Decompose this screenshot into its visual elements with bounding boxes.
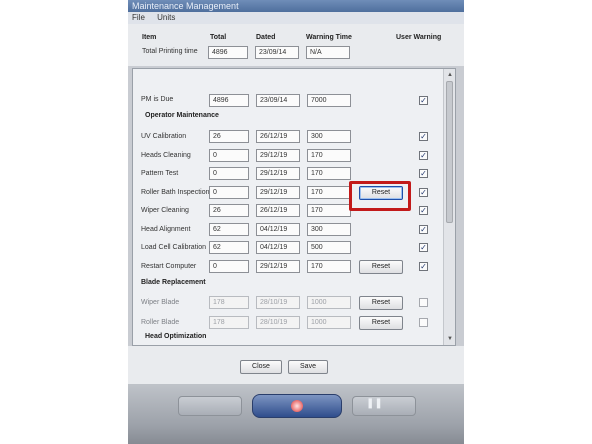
row-total[interactable]: 178 (209, 316, 249, 329)
row-label: Restart Computer (141, 262, 197, 270)
maintenance-window: Maintenance Management File Units Item T… (128, 0, 464, 444)
row-total[interactable]: 0 (209, 185, 249, 199)
row-label: Load Cell Calibration (141, 244, 206, 251)
row-total[interactable]: 62 (209, 241, 249, 254)
row-dated[interactable]: 28/10/19 (256, 316, 300, 329)
row-warning[interactable]: 1000 (307, 296, 351, 309)
row-label: UV Calibration (141, 133, 187, 140)
row-warning[interactable]: 500 (307, 241, 351, 254)
row-dated[interactable]: 29/12/19 (256, 185, 300, 199)
row-warning[interactable]: 170 (307, 167, 351, 180)
row-dated[interactable]: 04/12/19 (256, 222, 300, 236)
close-button[interactable]: Close (240, 360, 282, 374)
window-title: Maintenance Management (132, 1, 239, 11)
col-user-warning: User Warning (396, 34, 442, 41)
scroll-thumb[interactable] (446, 81, 453, 223)
total-printing-warning[interactable]: N/A (306, 46, 350, 59)
section-head-optimization: Head Optimization (145, 333, 207, 340)
row-dated[interactable]: 28/10/19 (256, 296, 300, 309)
footer-bar: Close Save (128, 346, 464, 384)
scroll-up-icon[interactable]: ▲ (446, 71, 454, 79)
row-total[interactable]: 0 (209, 167, 249, 180)
taskbar-record-button[interactable] (252, 394, 342, 418)
pm-due-warning[interactable]: 7000 (307, 94, 351, 107)
row-dated[interactable]: 26/12/19 (256, 130, 300, 143)
taskbar-slot-left[interactable] (178, 396, 242, 416)
row-total[interactable]: 26 (209, 130, 249, 143)
row-checkbox[interactable]: ✓ (419, 224, 428, 234)
row-warning[interactable]: 170 (307, 259, 351, 273)
row-total[interactable]: 0 (209, 148, 249, 162)
save-button[interactable]: Save (288, 360, 328, 374)
row-dated[interactable]: 04/12/19 (256, 241, 300, 254)
col-dated: Dated (256, 34, 276, 41)
row-warning[interactable]: 300 (307, 130, 351, 143)
total-printing-total[interactable]: 4896 (208, 46, 248, 59)
record-icon (291, 400, 303, 412)
row-checkbox[interactable]: ✓ (419, 261, 428, 271)
taskbar: ❚❚ (128, 384, 464, 444)
row-checkbox[interactable] (419, 298, 428, 307)
row-dated[interactable]: 29/12/19 (256, 167, 300, 180)
reset-button[interactable]: Reset (359, 296, 403, 310)
menu-file[interactable]: File (132, 13, 145, 22)
row-label: Wiper Blade (141, 299, 180, 306)
highlight-annotation (349, 181, 411, 211)
row-total[interactable]: 178 (209, 296, 249, 309)
pause-icon: ❚❚ (366, 398, 383, 409)
header-area (128, 24, 464, 66)
row-checkbox[interactable]: ✓ (419, 206, 428, 215)
row-checkbox[interactable]: ✓ (419, 243, 428, 252)
row-dated[interactable]: 29/12/19 (256, 259, 300, 273)
taskbar-slot-right[interactable] (352, 396, 416, 416)
section-blade-replacement: Blade Replacement (141, 279, 206, 286)
col-item: Item (142, 34, 157, 41)
scroll-down-icon[interactable]: ▼ (446, 335, 454, 343)
pm-due-total[interactable]: 4896 (209, 94, 249, 107)
row-checkbox[interactable]: ✓ (419, 132, 428, 141)
window-title-bar: Maintenance Management (128, 0, 464, 12)
section-operator-maintenance: Operator Maintenance (145, 112, 219, 119)
row-label: Roller Bath Inspection (141, 188, 210, 196)
row-total[interactable]: 0 (209, 259, 249, 273)
row-warning[interactable]: 300 (307, 222, 351, 236)
pm-due-dated[interactable]: 23/09/14 (256, 94, 300, 107)
row-warning[interactable]: 170 (307, 148, 351, 162)
row-total[interactable]: 26 (209, 204, 249, 217)
pm-due-label: PM is Due (141, 96, 174, 103)
row-label: Heads Cleaning (141, 151, 191, 159)
row-checkbox[interactable] (419, 318, 428, 327)
reset-button[interactable]: Reset (359, 316, 403, 330)
row-total[interactable]: 62 (209, 222, 249, 236)
col-total: Total (210, 34, 227, 41)
row-warning[interactable]: 1000 (307, 316, 351, 329)
total-printing-label: Total Printing time (142, 48, 198, 55)
menu-units[interactable]: Units (157, 13, 175, 22)
menu-bar: File Units (128, 12, 464, 24)
col-warning-time: Warning Time (306, 34, 352, 41)
row-label: Roller Blade (141, 319, 180, 326)
reset-button[interactable]: Reset (359, 259, 403, 274)
total-printing-dated[interactable]: 23/09/14 (255, 46, 299, 59)
row-label: Pattern Test (141, 170, 179, 177)
row-dated[interactable]: 26/12/19 (256, 204, 300, 217)
row-checkbox[interactable]: ✓ (419, 187, 428, 197)
pm-due-checkbox[interactable]: ✓ (419, 96, 428, 105)
row-label: Wiper Cleaning (141, 207, 189, 214)
vertical-scrollbar[interactable]: ▲ ▼ (443, 69, 455, 345)
row-checkbox[interactable]: ✓ (419, 150, 428, 160)
row-warning[interactable]: 170 (307, 204, 351, 217)
row-dated[interactable]: 29/12/19 (256, 148, 300, 162)
row-warning[interactable]: 170 (307, 185, 351, 199)
row-label: Head Alignment (141, 225, 191, 233)
row-checkbox[interactable]: ✓ (419, 169, 428, 178)
